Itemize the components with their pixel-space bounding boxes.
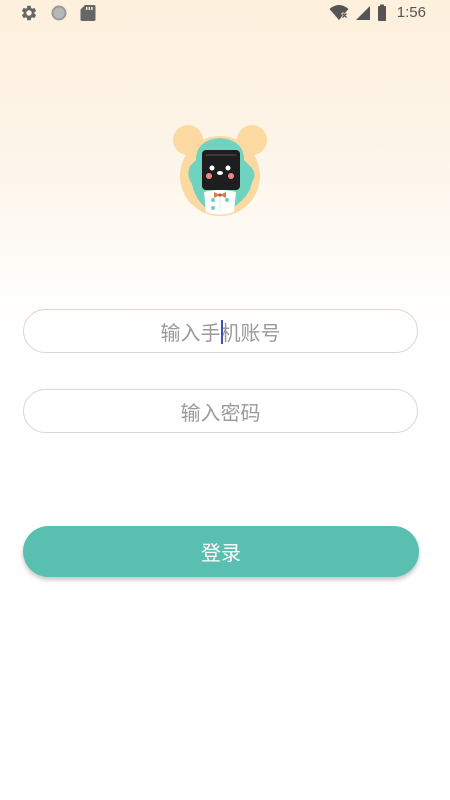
status-time: 1:56: [396, 4, 426, 21]
battery-icon: [377, 4, 386, 21]
status-bar-left: [20, 4, 96, 22]
signal-icon: [355, 6, 370, 20]
phone-input[interactable]: 输入手机账号: [23, 309, 418, 353]
status-bar: 1:56: [0, 0, 450, 26]
sd-card-icon: [80, 5, 96, 21]
gear-icon: [21, 5, 37, 21]
password-input[interactable]: 输入密码: [23, 389, 418, 433]
login-button[interactable]: 登录: [23, 526, 419, 577]
password-placeholder: 输入密码: [180, 400, 261, 425]
text-cursor: [221, 320, 223, 344]
status-bar-right: 1:56: [329, 3, 426, 23]
wifi-icon: [329, 5, 349, 20]
circle-icon: [51, 5, 67, 21]
bear-mascot-logo: [173, 125, 267, 216]
